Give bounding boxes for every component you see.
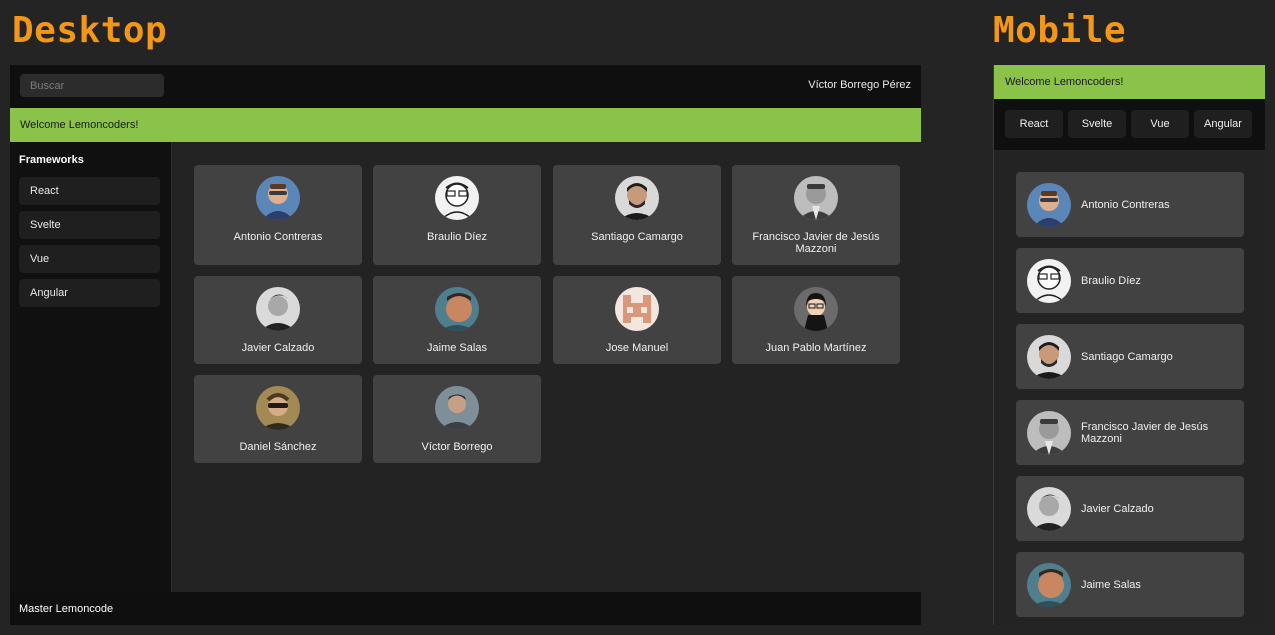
member-card[interactable]: Jaime Salas [1016, 552, 1244, 617]
avatar-braulio-icon [1027, 259, 1071, 303]
avatar-javier-icon [256, 287, 300, 331]
framework-nav: React Svelte Vue Angular [994, 99, 1265, 150]
nav-angular-button[interactable]: Angular [1194, 110, 1252, 138]
search-input[interactable] [20, 74, 164, 97]
member-card[interactable]: Juan Pablo Martínez [732, 276, 900, 364]
member-name: Jaime Salas [1081, 578, 1141, 591]
desktop-app: Víctor Borrego Pérez Welcome Lemoncoders… [10, 65, 921, 625]
member-name: Antonio Contreras [1081, 198, 1170, 211]
welcome-banner: Welcome Lemoncoders! [994, 65, 1265, 99]
member-name: Francisco Javier de Jesús Mazzoni [1081, 420, 1209, 445]
sidebar-title: Frameworks [19, 154, 84, 166]
avatar-antonio-icon [256, 176, 300, 220]
sidebar-item-react[interactable]: React [19, 177, 160, 205]
welcome-banner: Welcome Lemoncoders! [10, 108, 921, 142]
member-card[interactable]: Daniel Sánchez [194, 375, 362, 463]
member-name: Antonio Contreras [233, 231, 323, 243]
member-card[interactable]: Jose Manuel [553, 276, 721, 364]
avatar-santiago-icon [615, 176, 659, 220]
member-name: Víctor Borrego [421, 441, 493, 453]
member-name: Juan Pablo Martínez [765, 342, 867, 354]
footer: Master Lemoncode [10, 592, 921, 625]
desktop-heading: Desktop [12, 10, 168, 51]
member-name: Jose Manuel [605, 342, 669, 354]
avatar-daniel-icon [256, 386, 300, 430]
member-card[interactable]: Santiago Camargo [553, 165, 721, 265]
member-card[interactable]: Javier Calzado [194, 276, 362, 364]
avatar-victor-icon [435, 386, 479, 430]
member-card[interactable]: Francisco Javier de Jesús Mazzoni [1016, 400, 1244, 465]
member-name: Jaime Salas [427, 342, 487, 354]
avatar-jose-icon [615, 287, 659, 331]
member-name: Santiago Camargo [591, 231, 683, 243]
nav-vue-button[interactable]: Vue [1131, 110, 1189, 138]
avatar-jaime-icon [1027, 563, 1071, 607]
avatar-jaime-icon [435, 287, 479, 331]
member-card[interactable]: Francisco Javier de Jesús Mazzoni [732, 165, 900, 265]
avatar-javier-icon [1027, 487, 1071, 531]
sidebar-item-vue[interactable]: Vue [19, 245, 160, 273]
member-name: Braulio Díez [427, 231, 487, 243]
member-card[interactable]: Santiago Camargo [1016, 324, 1244, 389]
nav-react-button[interactable]: React [1005, 110, 1063, 138]
member-card[interactable]: Antonio Contreras [194, 165, 362, 265]
avatar-francisco-icon [794, 176, 838, 220]
nav-svelte-button[interactable]: Svelte [1068, 110, 1126, 138]
sidebar-item-angular[interactable]: Angular [19, 279, 160, 307]
member-name: Daniel Sánchez [239, 441, 317, 453]
member-card[interactable]: Víctor Borrego [373, 375, 541, 463]
member-card[interactable]: Antonio Contreras [1016, 172, 1244, 237]
avatar-antonio-icon [1027, 183, 1071, 227]
member-name: Javier Calzado [1081, 502, 1154, 515]
member-name: Braulio Díez [1081, 274, 1141, 287]
member-card[interactable]: Jaime Salas [373, 276, 541, 364]
member-card[interactable]: Braulio Díez [1016, 248, 1244, 313]
user-name: Víctor Borrego Pérez [808, 79, 911, 91]
sidebar-item-svelte[interactable]: Svelte [19, 211, 160, 239]
member-card[interactable]: Javier Calzado [1016, 476, 1244, 541]
top-bar: Víctor Borrego Pérez [10, 65, 921, 108]
sidebar: Frameworks React Svelte Vue Angular [10, 142, 172, 592]
avatar-santiago-icon [1027, 335, 1071, 379]
member-card[interactable]: Braulio Díez [373, 165, 541, 265]
avatar-francisco-icon [1027, 411, 1071, 455]
avatar-braulio-icon [435, 176, 479, 220]
member-name: Francisco Javier de Jesús Mazzoni [752, 231, 880, 255]
mobile-app: Welcome Lemoncoders! React Svelte Vue An… [993, 65, 1265, 625]
mobile-heading: Mobile [993, 10, 1127, 51]
member-name: Santiago Camargo [1081, 350, 1173, 363]
member-name: Javier Calzado [241, 342, 315, 354]
avatar-juanpablo-icon [794, 287, 838, 331]
